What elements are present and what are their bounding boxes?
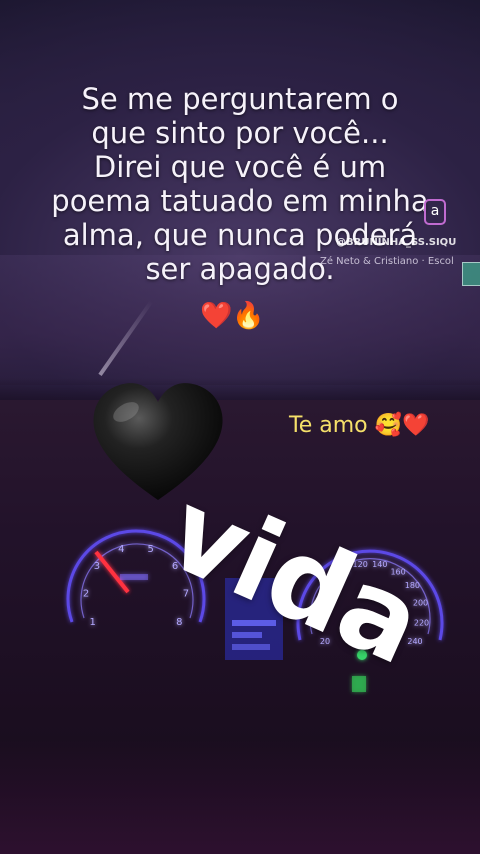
video-frame: 12345678 20 40 60 80 100 120 140 160 180 200 220 24… — [0, 0, 480, 854]
poem-line: Direi que você é um — [93, 150, 387, 184]
poem-line: que sinto por você... — [91, 116, 389, 150]
username-watermark: @BRUNINHA_SS.SIQUEIRA — [336, 237, 456, 248]
fire-icon: 🔥 — [232, 301, 265, 331]
gauge-tick-label: 5 — [148, 544, 154, 555]
love-emojis: 🥰❤️ — [374, 413, 430, 438]
poem-line: Se me perguntarem o — [81, 82, 399, 116]
sticker-badge: a — [424, 199, 446, 225]
red-heart-icon: ❤️ — [200, 301, 233, 331]
te-amo-label: Te amo 🥰❤️ — [289, 410, 429, 442]
gauge-tick-label: 3 — [94, 561, 100, 572]
te-amo-text: Te amo — [289, 413, 368, 438]
tachometer-needle — [94, 550, 130, 594]
song-credit: Zé Neto & Cristiano · Escol — [320, 256, 454, 267]
poem-line: poema tatuado em minha — [51, 184, 429, 218]
gauge-tick-label: 4 — [118, 544, 124, 555]
gauge-tick-label: 1 — [90, 617, 96, 628]
gauge-tick-label: 240 — [407, 637, 422, 646]
emoji-row: ❤️🔥 — [200, 296, 290, 336]
gauge-tick-label: 8 — [176, 617, 182, 628]
gauge-tick-label: 2 — [83, 588, 89, 599]
bottom-glow — [0, 740, 480, 854]
